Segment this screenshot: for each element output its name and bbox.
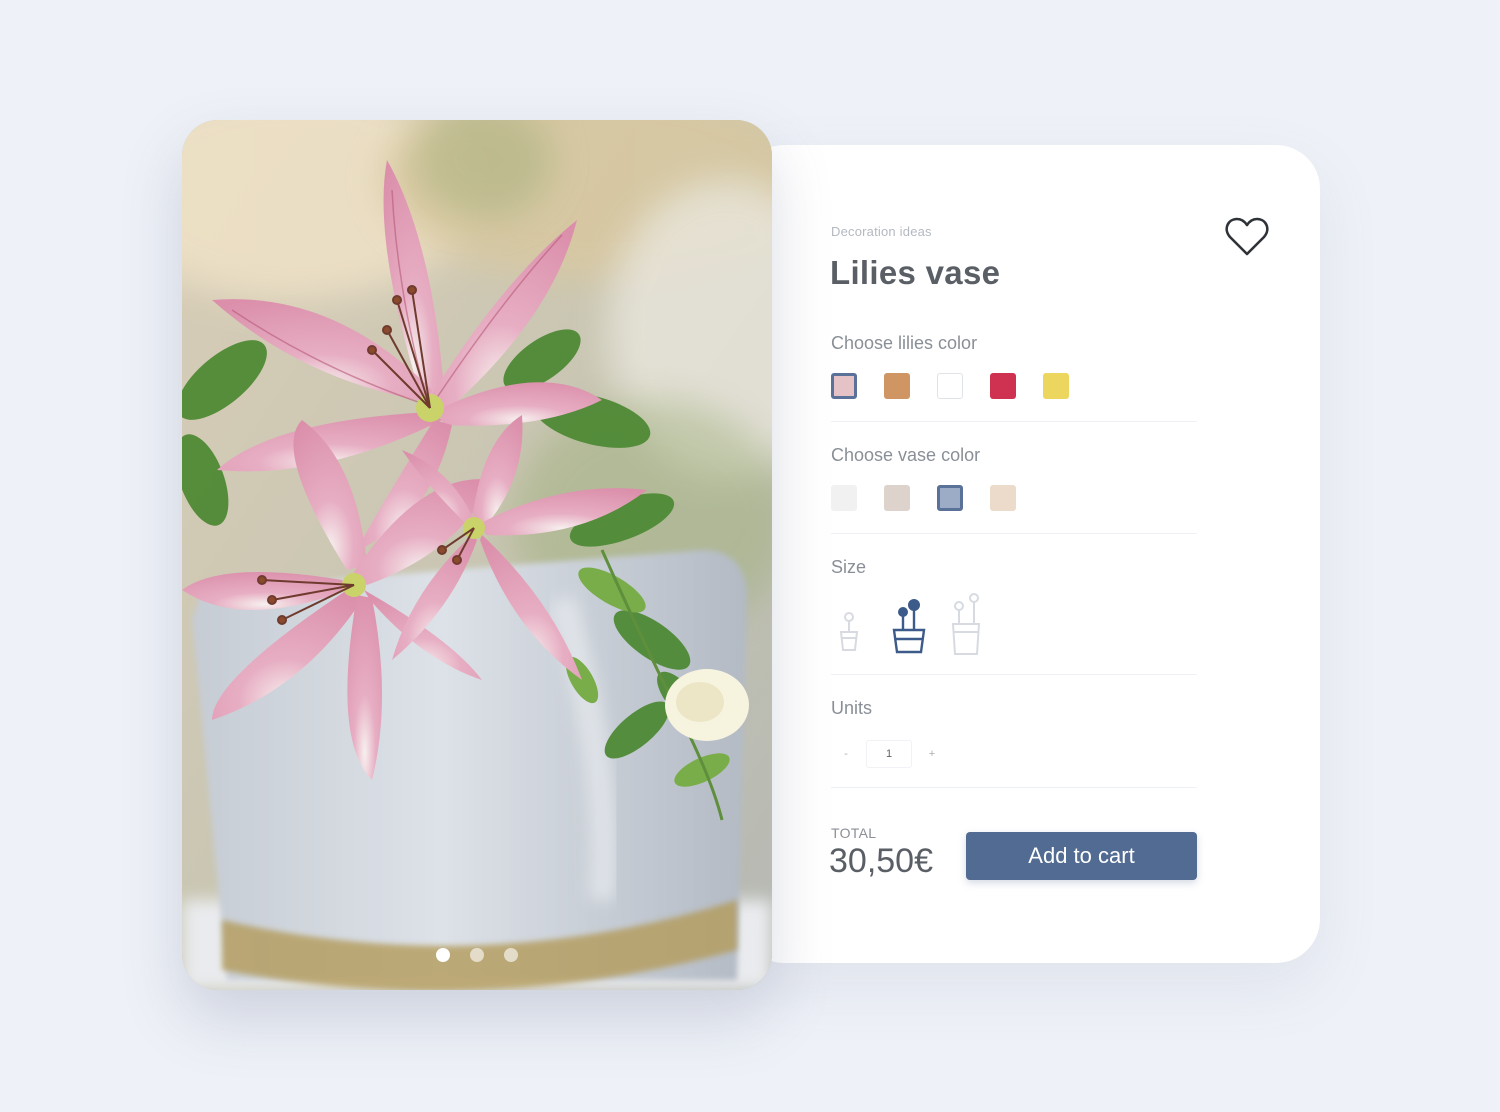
carousel-dots — [182, 948, 772, 962]
units-label: Units — [831, 698, 873, 718]
quantity-input[interactable]: 1 — [866, 740, 912, 768]
product-image-carousel[interactable] — [182, 120, 772, 990]
heart-icon[interactable] — [1224, 216, 1270, 258]
decrement-button[interactable]: - — [836, 741, 856, 767]
size-label: Size — [831, 557, 867, 577]
product-title: Lilies vase — [830, 254, 1001, 291]
vase-color-swatch-1[interactable] — [831, 485, 857, 511]
divider — [831, 674, 1197, 675]
divider — [831, 787, 1197, 788]
lilies-color-label: Choose lilies color — [831, 333, 978, 353]
medium-flower-pot-icon[interactable] — [889, 592, 929, 656]
vase-color-swatch-4[interactable] — [990, 485, 1016, 511]
vase-color-options — [831, 485, 1016, 511]
divider — [831, 533, 1197, 534]
divider — [831, 421, 1197, 422]
product-photo — [182, 120, 772, 990]
lilies-color-swatch-4[interactable] — [990, 373, 1016, 399]
carousel-dot-1[interactable] — [436, 948, 450, 962]
lilies-color-swatch-1[interactable] — [831, 373, 857, 399]
carousel-dot-2[interactable] — [470, 948, 484, 962]
add-to-cart-button[interactable]: Add to cart — [966, 832, 1197, 880]
lilies-color-swatch-5[interactable] — [1043, 373, 1069, 399]
vase-color-label: Choose vase color — [831, 445, 981, 465]
total-price: 30,50€ — [829, 842, 933, 880]
lilies-color-options — [831, 373, 1069, 399]
product-category: Decoration ideas — [831, 224, 932, 239]
total-label: TOTAL — [831, 825, 877, 841]
quantity-stepper: - 1 + — [836, 740, 942, 768]
small-flower-pot-icon[interactable] — [831, 592, 871, 656]
vase-color-swatch-3[interactable] — [937, 485, 963, 511]
vase-color-swatch-2[interactable] — [884, 485, 910, 511]
lilies-color-swatch-2[interactable] — [884, 373, 910, 399]
size-options — [831, 592, 987, 656]
large-flower-pot-icon[interactable] — [947, 592, 987, 656]
increment-button[interactable]: + — [922, 741, 942, 767]
lilies-color-swatch-3[interactable] — [937, 373, 963, 399]
carousel-dot-3[interactable] — [504, 948, 518, 962]
